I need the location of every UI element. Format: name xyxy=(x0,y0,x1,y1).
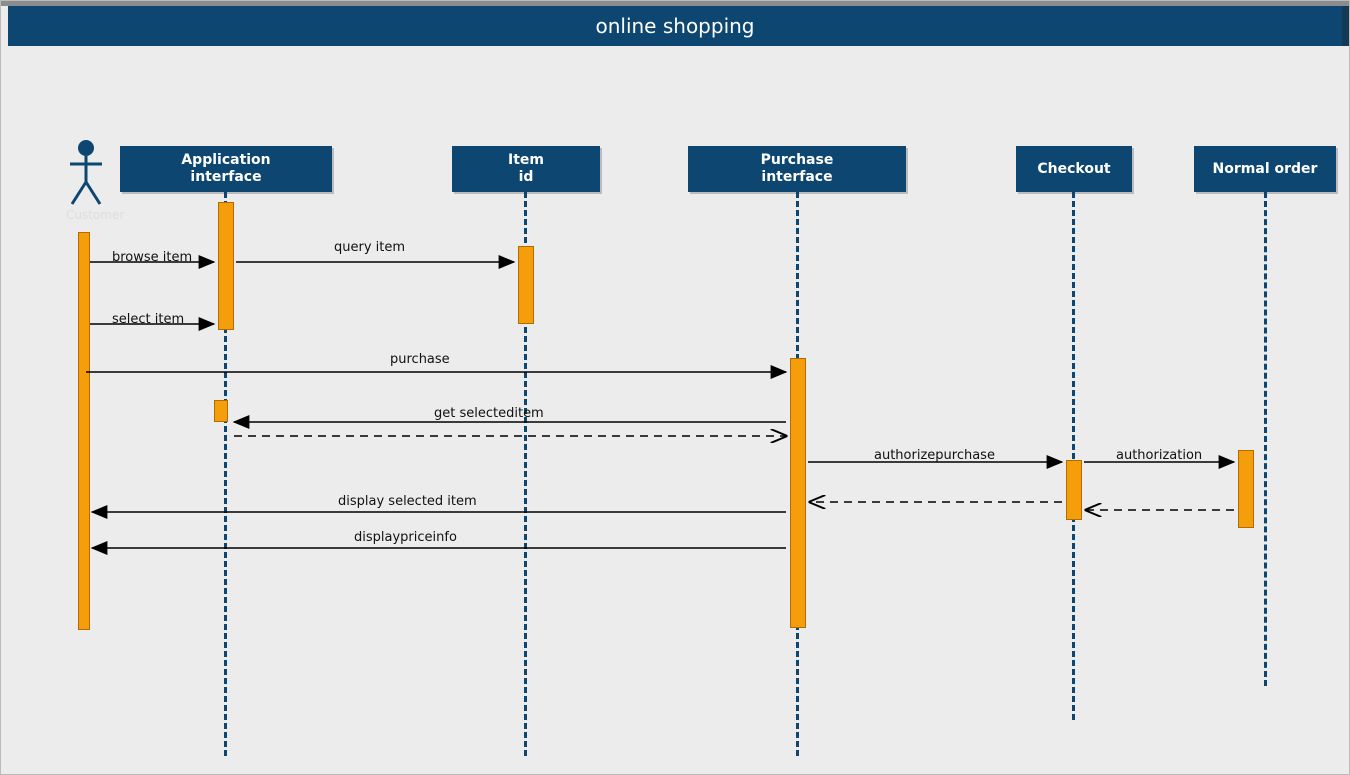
lifeline-normal-order xyxy=(1264,192,1267,686)
diagram-page: online shopping Customer Application int… xyxy=(0,0,1350,775)
lifeline-checkout xyxy=(1072,192,1075,720)
lifeline-label: Application interface xyxy=(181,152,270,186)
msg-authorize: authorizepurchase xyxy=(874,448,995,463)
msg-authorization: authorization xyxy=(1116,448,1202,463)
msg-browse-item: browse item xyxy=(112,250,192,265)
msg-select-item: select item xyxy=(112,312,184,327)
actor-customer: Customer xyxy=(66,138,106,222)
lifeline-label: Checkout xyxy=(1037,161,1110,178)
lifeline-head-normal-order: Normal order xyxy=(1194,146,1336,192)
activation-normal xyxy=(1238,450,1254,528)
diagram-canvas: Customer Application interface Item id P… xyxy=(8,46,1342,766)
msg-purchase: purchase xyxy=(390,352,450,367)
actor-label: Customer xyxy=(66,208,106,222)
activation-customer xyxy=(78,232,90,630)
activation-purchase xyxy=(790,358,806,628)
activation-checkout xyxy=(1066,460,1082,520)
lifeline-label: Purchase interface xyxy=(761,152,834,186)
lifeline-head-application-interface: Application interface xyxy=(120,146,332,192)
activation-app-1 xyxy=(218,202,234,330)
lifeline-label: Item id xyxy=(508,152,544,186)
lifeline-head-checkout: Checkout xyxy=(1016,146,1132,192)
msg-display-item: display selected item xyxy=(338,494,477,509)
msg-display-price: displaypriceinfo xyxy=(354,530,457,545)
activation-item xyxy=(518,246,534,324)
lifeline-head-item-id: Item id xyxy=(452,146,600,192)
lifeline-label: Normal order xyxy=(1213,161,1318,178)
titlebar-end-cap xyxy=(1342,6,1350,46)
lifeline-head-purchase-interface: Purchase interface xyxy=(688,146,906,192)
msg-get-selected-item: get selecteditem xyxy=(434,406,544,421)
actor-icon xyxy=(66,138,106,206)
activation-app-2 xyxy=(214,400,228,422)
msg-query-item: query item xyxy=(334,240,405,255)
diagram-title: online shopping xyxy=(8,6,1342,46)
